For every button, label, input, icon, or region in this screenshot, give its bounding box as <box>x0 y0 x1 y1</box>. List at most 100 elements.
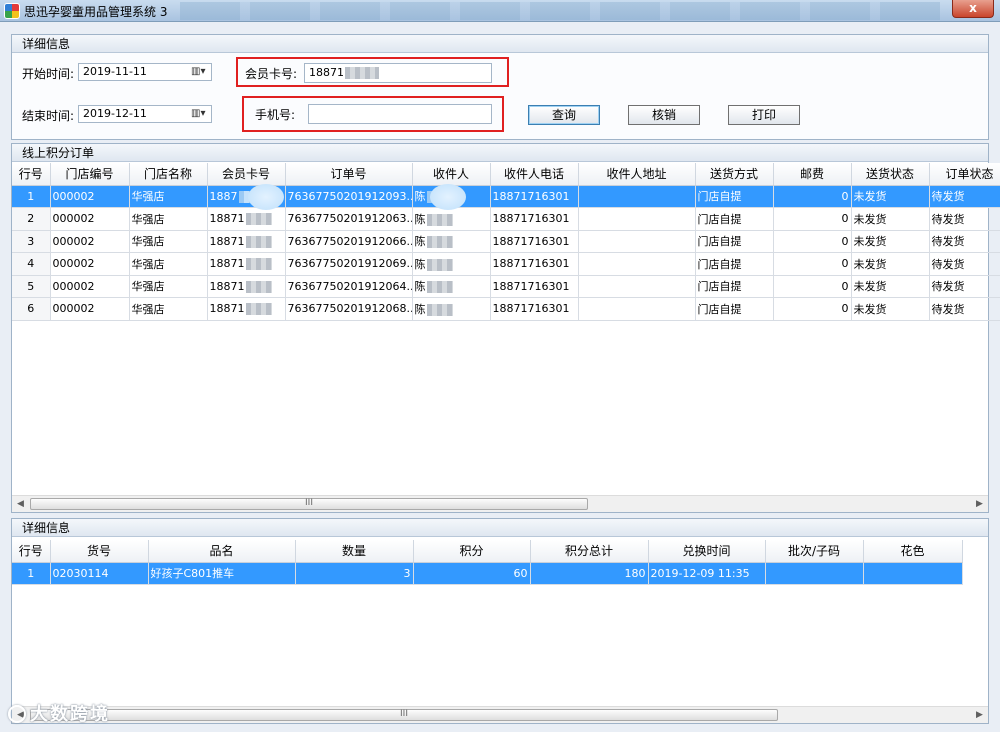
table-row[interactable]: 1 000002 华强店 1887 76367750201912093... 陈 18871… <box>12 185 1000 208</box>
cell-text: 18871 <box>209 234 245 248</box>
table-cell: 华强店 <box>129 207 208 231</box>
cell-text: 门店自提 <box>697 302 742 316</box>
column-header[interactable]: 花色 <box>863 540 963 563</box>
column-header[interactable]: 积分总计 <box>530 540 649 563</box>
column-header[interactable]: 收件人 <box>412 163 491 186</box>
start-time-picker[interactable]: 2019-11-11 ▥▾ <box>78 63 212 81</box>
scroll-thumb[interactable]: III <box>30 498 588 510</box>
cell-text: 待发货 <box>931 235 965 249</box>
phone-input[interactable] <box>308 104 492 124</box>
cell-text: 18871716301 <box>492 189 570 203</box>
table-row[interactable]: 3 000002 华强店 18871 76367750201912066... 陈 1887… <box>12 230 1000 253</box>
redacted-mask <box>245 258 272 271</box>
column-header[interactable]: 订单状态 <box>929 163 1000 186</box>
column-header[interactable]: 收件人电话 <box>490 163 579 186</box>
table-row[interactable]: 4 000002 华强店 18871 76367750201912069... 陈 1887… <box>12 252 1000 276</box>
table-cell: 待发货 <box>929 207 1000 231</box>
table-row[interactable]: 5 000002 华强店 18871 76367750201912064... 陈 1887… <box>12 275 1000 298</box>
table-cell: 18871716301 <box>490 252 579 276</box>
end-time-picker[interactable]: 2019-12-11 ▥▾ <box>78 105 212 123</box>
table-cell: 未发货 <box>851 185 930 208</box>
start-time-label: 开始时间: <box>22 67 75 81</box>
calendar-dropdown-icon[interactable]: ▥▾ <box>191 108 209 120</box>
column-header[interactable]: 收件人地址 <box>578 163 696 186</box>
cell-text: 5 <box>27 279 35 293</box>
orders-horizontal-scrollbar[interactable]: ◀ III ▶ <box>12 495 988 512</box>
scroll-right-arrow-icon[interactable]: ▶ <box>971 496 988 512</box>
cell-text: 000002 <box>52 302 95 316</box>
table-cell: 76367750201912068... <box>285 297 413 321</box>
cell-text: 76367750201912066... <box>287 234 412 248</box>
table-cell: 待发货 <box>929 275 1000 298</box>
column-header[interactable]: 兑换时间 <box>648 540 766 563</box>
member-card-input[interactable]: 18871 <box>304 63 492 83</box>
table-row[interactable]: 1 02030114 好孩子C801推车 3 60 180 2019-12-09 11:35 <box>12 562 963 585</box>
column-header[interactable]: 订单号 <box>285 163 413 186</box>
table-row[interactable]: 6 000002 华强店 18871 76367750201912068... 陈 1887… <box>12 297 1000 321</box>
table-cell: 陈 <box>412 275 491 298</box>
redacted-mask <box>245 213 272 226</box>
watermark-logo-icon <box>8 705 26 723</box>
column-header[interactable]: 会员卡号 <box>207 163 286 186</box>
column-header[interactable]: 送货状态 <box>851 163 930 186</box>
column-header[interactable]: 积分 <box>413 540 531 563</box>
scroll-thumb[interactable]: III <box>30 709 778 721</box>
table-cell: 3 <box>295 562 414 585</box>
table-cell: 18871716301 <box>490 185 579 208</box>
table-cell: 门店自提 <box>695 275 774 298</box>
cell-text: 02030114 <box>52 566 109 580</box>
column-header[interactable]: 邮费 <box>773 163 852 186</box>
table-cell: 18871 <box>207 230 286 253</box>
column-header[interactable]: 门店名称 <box>129 163 208 186</box>
member-card-label: 会员卡号: <box>245 67 298 81</box>
column-header[interactable]: 送货方式 <box>695 163 774 186</box>
table-cell <box>578 275 696 298</box>
scroll-left-arrow-icon[interactable]: ◀ <box>12 496 29 512</box>
table-cell: 未发货 <box>851 275 930 298</box>
close-window-button[interactable]: x <box>952 0 994 18</box>
cell-text: 18871716301 <box>492 234 570 248</box>
table-cell: 02030114 <box>50 562 149 585</box>
column-header[interactable]: 行号 <box>12 540 51 563</box>
scroll-right-arrow-icon[interactable]: ▶ <box>971 707 988 723</box>
cell-text: 陈 <box>414 190 426 204</box>
cell-text: 4 <box>27 257 35 271</box>
column-header[interactable]: 数量 <box>295 540 414 563</box>
column-header[interactable]: 门店编号 <box>50 163 130 186</box>
cell-text: 陈 <box>414 302 426 316</box>
items-horizontal-scrollbar[interactable]: ◀ III ▶ <box>12 706 988 723</box>
cell-text: 陈 <box>414 212 426 226</box>
cell-text: 门店自提 <box>697 235 742 249</box>
redacted-mask <box>245 280 272 293</box>
table-cell: 门店自提 <box>695 207 774 231</box>
cell-text: 0 <box>841 234 849 248</box>
cell-text: 1 <box>27 566 35 580</box>
cell-text: 76367750201912064... <box>287 279 412 293</box>
column-header[interactable]: 货号 <box>50 540 149 563</box>
cell-text: 华强店 <box>131 190 165 204</box>
column-header[interactable]: 行号 <box>12 163 51 186</box>
cell-text: 000002 <box>52 189 95 203</box>
verify-button[interactable]: 核销 <box>628 105 700 125</box>
table-cell: 18871 <box>207 207 286 231</box>
table-cell: 待发货 <box>929 297 1000 321</box>
table-cell: 0 <box>773 207 852 231</box>
column-header[interactable]: 品名 <box>148 540 296 563</box>
column-header[interactable]: 批次/子码 <box>765 540 864 563</box>
cell-text: 180 <box>624 566 646 580</box>
cell-text: 未发货 <box>853 190 887 204</box>
table-cell: 000002 <box>50 297 130 321</box>
cell-text: 18871 <box>209 212 245 226</box>
print-button[interactable]: 打印 <box>728 105 800 125</box>
calendar-dropdown-icon[interactable]: ▥▾ <box>191 66 209 78</box>
table-cell: 门店自提 <box>695 185 774 208</box>
query-button[interactable]: 查询 <box>528 105 600 125</box>
table-cell: 60 <box>413 562 531 585</box>
table-cell: 76367750201912069... <box>285 252 413 276</box>
table-row[interactable]: 2 000002 华强店 18871 76367750201912063... 陈 1887… <box>12 207 1000 231</box>
cell-text: 76367750201912069... <box>287 257 412 271</box>
cell-text: 000002 <box>52 279 95 293</box>
table-cell: 0 <box>773 185 852 208</box>
cell-text: 门店自提 <box>697 280 742 294</box>
table-cell: 6 <box>12 297 51 321</box>
